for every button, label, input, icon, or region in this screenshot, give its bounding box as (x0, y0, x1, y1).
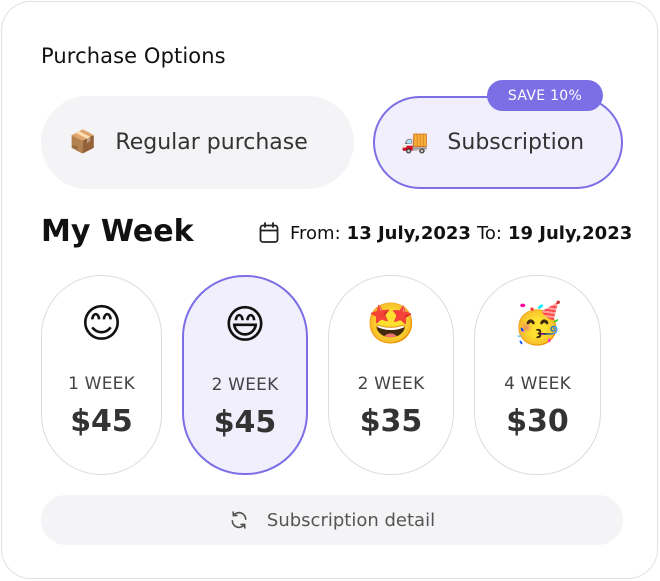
plan-card-3[interactable]: 🤩 2 WEEK $35 (328, 275, 454, 475)
subscription-detail-button[interactable]: Subscription detail (41, 495, 623, 545)
smiling-face-icon: 😊 (80, 301, 123, 347)
date-range: From: 13 July,2023 To: 19 July,2023 (259, 220, 632, 246)
to-label: To: (476, 222, 502, 244)
purchase-card: Purchase Options 📦 Regular purchase 🚚 Su… (1, 1, 658, 579)
from-label: From: (290, 222, 341, 244)
refresh-icon (231, 511, 247, 529)
regular-purchase-option[interactable]: 📦 Regular purchase (41, 96, 354, 189)
from-date: 13 July,2023 (346, 222, 471, 244)
plan-price: $30 (506, 404, 569, 439)
star-struck-face-icon: 🤩 (366, 301, 416, 347)
plan-card-4[interactable]: 🥳 4 WEEK $30 (474, 275, 601, 475)
plan-duration: 1 WEEK (68, 374, 135, 394)
package-icon: 📦 (69, 129, 97, 155)
calendar-icon (259, 222, 279, 243)
subscription-detail-label: Subscription detail (266, 509, 436, 531)
my-week-title: My Week (41, 214, 194, 249)
regular-purchase-label: Regular purchase (115, 130, 308, 155)
plan-card-2[interactable]: 😄 2 WEEK $45 (182, 275, 308, 475)
grinning-face-icon: 😄 (224, 302, 266, 348)
plan-duration: 2 WEEK (357, 374, 425, 394)
subscription-label: Subscription (447, 130, 585, 155)
delivery-truck-icon: 🚚 (401, 129, 429, 155)
to-date: 19 July,2023 (507, 222, 633, 244)
plan-price: $35 (359, 404, 423, 439)
plan-duration: 4 WEEK (504, 374, 571, 394)
partying-face-icon: 🥳 (512, 301, 563, 347)
plan-duration: 2 WEEK (211, 375, 279, 395)
plan-price: $45 (70, 404, 133, 439)
plan-price: $45 (213, 405, 277, 440)
purchase-options-title: Purchase Options (41, 44, 226, 68)
plan-card-1[interactable]: 😊 1 WEEK $45 (41, 275, 162, 475)
save-badge: SAVE 10% (487, 80, 603, 111)
